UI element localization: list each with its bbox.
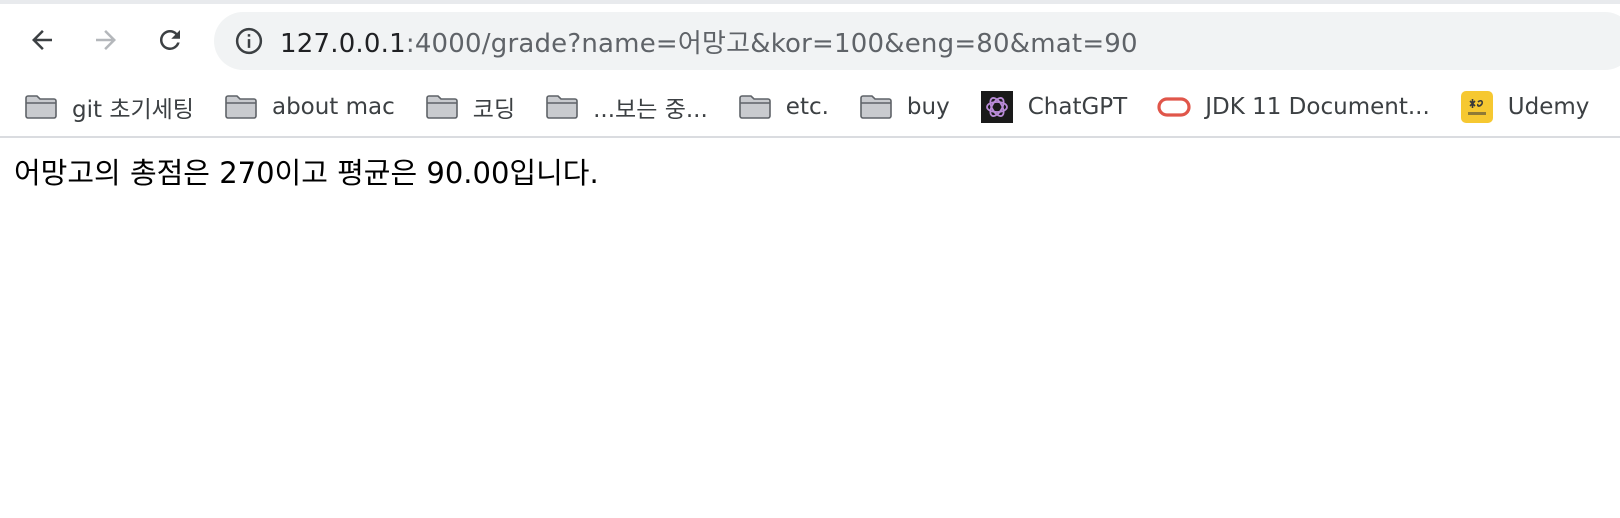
arrow-left-icon <box>32 30 52 50</box>
reload-icon <box>159 29 180 50</box>
bookmark-label: JDK 11 Document... <box>1205 94 1430 120</box>
folder-icon <box>859 92 893 122</box>
url-path: :4000/grade?name=어망고&kor=100&eng=80&mat=… <box>405 28 1138 59</box>
bookmark-label: buy <box>906 94 950 120</box>
bookmark-label: git 초기세팅 <box>72 97 194 123</box>
folder-icon <box>24 92 58 122</box>
url-text[interactable]: 127.0.0.1:4000/grade?name=어망고&kor=100&en… <box>280 23 1138 60</box>
bookmark-folder-buy[interactable]: buy <box>859 85 950 129</box>
folder-icon <box>738 92 772 122</box>
grade-result-text: 어망고의 총점은 270이고 평균은 90.00입니다. <box>14 156 599 190</box>
arrow-right-icon <box>96 30 116 50</box>
chatgpt-icon <box>980 91 1014 123</box>
bookmark-folder-etc[interactable]: etc. <box>738 85 829 129</box>
bookmark-label: etc. <box>785 94 829 120</box>
bookmark-folder-git[interactable]: git 초기세팅 <box>24 85 194 129</box>
bookmark-label: about mac <box>271 94 395 120</box>
bookmark-chatgpt[interactable]: ChatGPT <box>980 85 1128 129</box>
address-bar[interactable]: 127.0.0.1:4000/grade?name=어망고&kor=100&en… <box>214 12 1620 70</box>
reload-button[interactable] <box>150 20 190 60</box>
bookmark-label: 코딩 <box>472 97 516 123</box>
kb-bank-icon <box>1460 91 1494 123</box>
bookmark-folder-watching[interactable]: ...보는 중... <box>545 85 708 129</box>
bookmark-jdk-docs[interactable]: JDK 11 Document... <box>1157 85 1430 129</box>
back-button[interactable] <box>22 20 62 60</box>
forward-button[interactable] <box>86 20 126 60</box>
folder-icon <box>425 92 459 122</box>
url-host: 127.0.0.1 <box>280 28 406 59</box>
site-info-icon[interactable] <box>232 24 266 58</box>
bookmark-label: Udemy <box>1507 94 1590 120</box>
folder-icon <box>224 92 258 122</box>
folder-icon <box>545 92 579 122</box>
browser-toolbar: 127.0.0.1:4000/grade?name=어망고&kor=100&en… <box>0 0 1620 78</box>
bookmarks-bar: git 초기세팅 about mac 코딩 ...보는 중... etc. bu… <box>0 78 1620 138</box>
bookmark-udemy[interactable]: Udemy <box>1460 85 1590 129</box>
bookmark-folder-about-mac[interactable]: about mac <box>224 85 395 129</box>
bookmark-label: ChatGPT <box>1027 94 1128 120</box>
bookmark-folder-coding[interactable]: 코딩 <box>425 85 515 129</box>
bookmark-label: ...보는 중... <box>593 97 708 123</box>
oracle-icon <box>1157 92 1191 122</box>
